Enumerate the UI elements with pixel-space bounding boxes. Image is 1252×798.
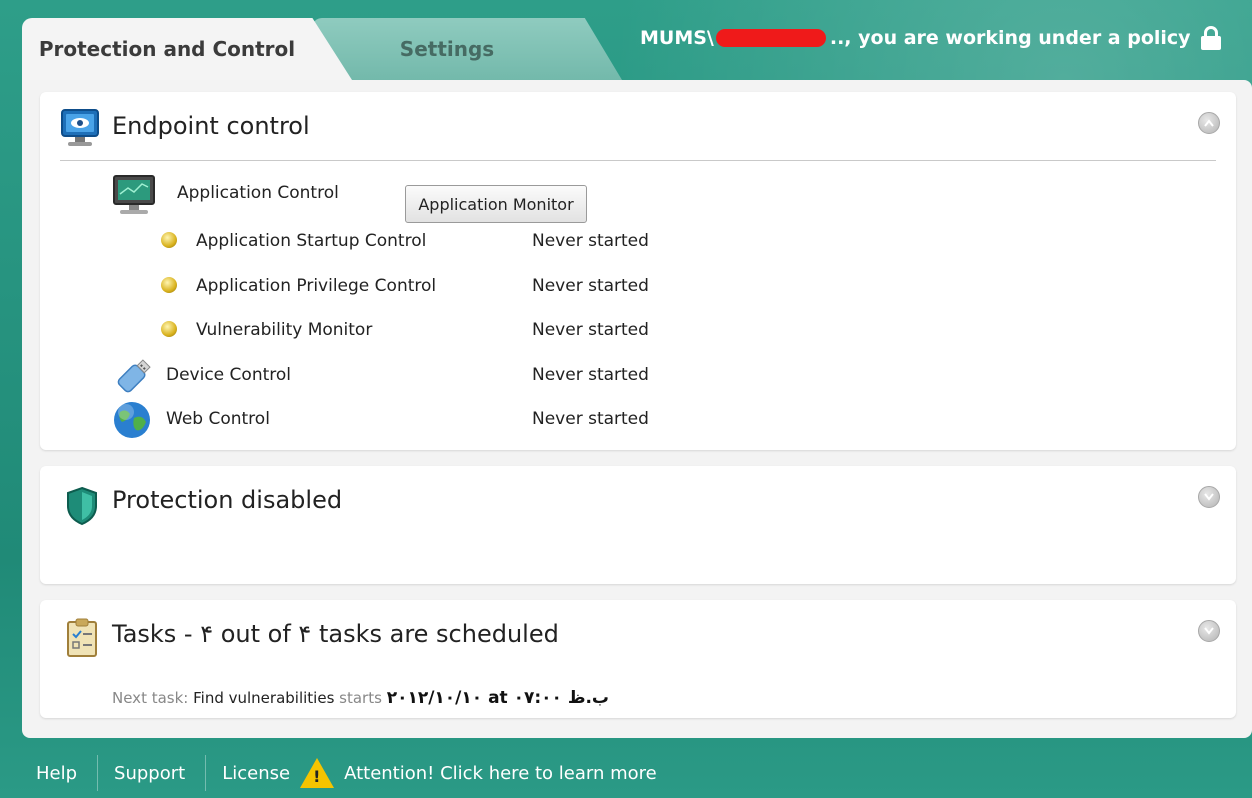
globe-icon — [114, 402, 150, 438]
device-control-status: Never started — [532, 365, 649, 385]
policy-status: MUMS\ .., you are working under a policy — [640, 26, 1222, 50]
monitor-eye-icon — [61, 109, 99, 146]
startup-control-label: Application Startup Control — [196, 231, 427, 251]
tab-protection-and-control[interactable]: Protection and Control — [22, 18, 352, 80]
next-task-label: Next task: — [112, 689, 189, 707]
tasks-card: Tasks - ۴ out of ۴ tasks are scheduled N… — [40, 600, 1236, 718]
status-dot-icon — [161, 321, 177, 337]
privilege-control-status: Never started — [532, 276, 649, 296]
user-suffix: .., you are working under a policy — [829, 27, 1191, 49]
application-control-label: Application Control — [177, 183, 339, 203]
startup-control-status: Never started — [532, 231, 649, 251]
endpoint-divider — [60, 160, 1216, 161]
endpoint-control-title: Endpoint control — [112, 112, 310, 140]
application-monitor-button[interactable]: Application Monitor — [405, 185, 587, 223]
status-dot-icon — [161, 277, 177, 293]
main-panel: Endpoint control Application Control App… — [22, 80, 1252, 738]
help-link[interactable]: Help — [22, 763, 97, 784]
collapse-icon[interactable] — [1198, 112, 1220, 134]
web-control-label: Web Control — [166, 409, 270, 429]
status-dot-icon — [161, 232, 177, 248]
device-control-label: Device Control — [166, 365, 291, 385]
usb-drive-icon — [117, 359, 151, 393]
attention-link[interactable]: Attention! Click here to learn more — [344, 763, 657, 784]
user-prefix: MUMS\ — [640, 27, 714, 49]
tasks-title: Tasks - ۴ out of ۴ tasks are scheduled — [112, 620, 559, 648]
starts-label: starts — [339, 689, 382, 707]
privilege-control-label: Application Privilege Control — [196, 276, 437, 296]
next-task-line: Next task: Find vulnerabilities starts ۲… — [112, 688, 609, 708]
endpoint-control-card: Endpoint control Application Control App… — [40, 92, 1236, 450]
shield-icon — [67, 486, 97, 526]
expand-icon[interactable] — [1198, 486, 1220, 508]
next-task-name[interactable]: Find vulnerabilities — [193, 689, 334, 707]
web-control-status: Never started — [532, 409, 649, 429]
next-task-time: ۲۰۱۲/۱۰/۱۰ at ۰۷:۰۰ ب.ظ — [386, 688, 610, 708]
redacted-username — [715, 29, 826, 47]
tab-protection-label: Protection and Control — [38, 37, 296, 61]
tab-settings-label: Settings — [399, 37, 495, 61]
license-link[interactable]: License — [206, 763, 290, 784]
tab-settings[interactable]: Settings — [312, 18, 622, 80]
warning-icon[interactable] — [300, 758, 335, 788]
vulnerability-monitor-label: Vulnerability Monitor — [196, 320, 373, 340]
protection-title: Protection disabled — [112, 486, 343, 514]
clipboard-icon — [67, 618, 97, 657]
support-link[interactable]: Support — [98, 763, 205, 784]
monitor-icon — [113, 175, 155, 214]
vulnerability-monitor-status: Never started — [532, 320, 649, 340]
footer-bar: Help Support License Attention! Click he… — [22, 748, 1252, 798]
expand-icon[interactable] — [1198, 620, 1220, 642]
lock-icon — [1200, 26, 1221, 50]
protection-card: Protection disabled — [40, 466, 1236, 584]
app-window: Settings Protection and Control MUMS\ ..… — [0, 0, 1252, 798]
